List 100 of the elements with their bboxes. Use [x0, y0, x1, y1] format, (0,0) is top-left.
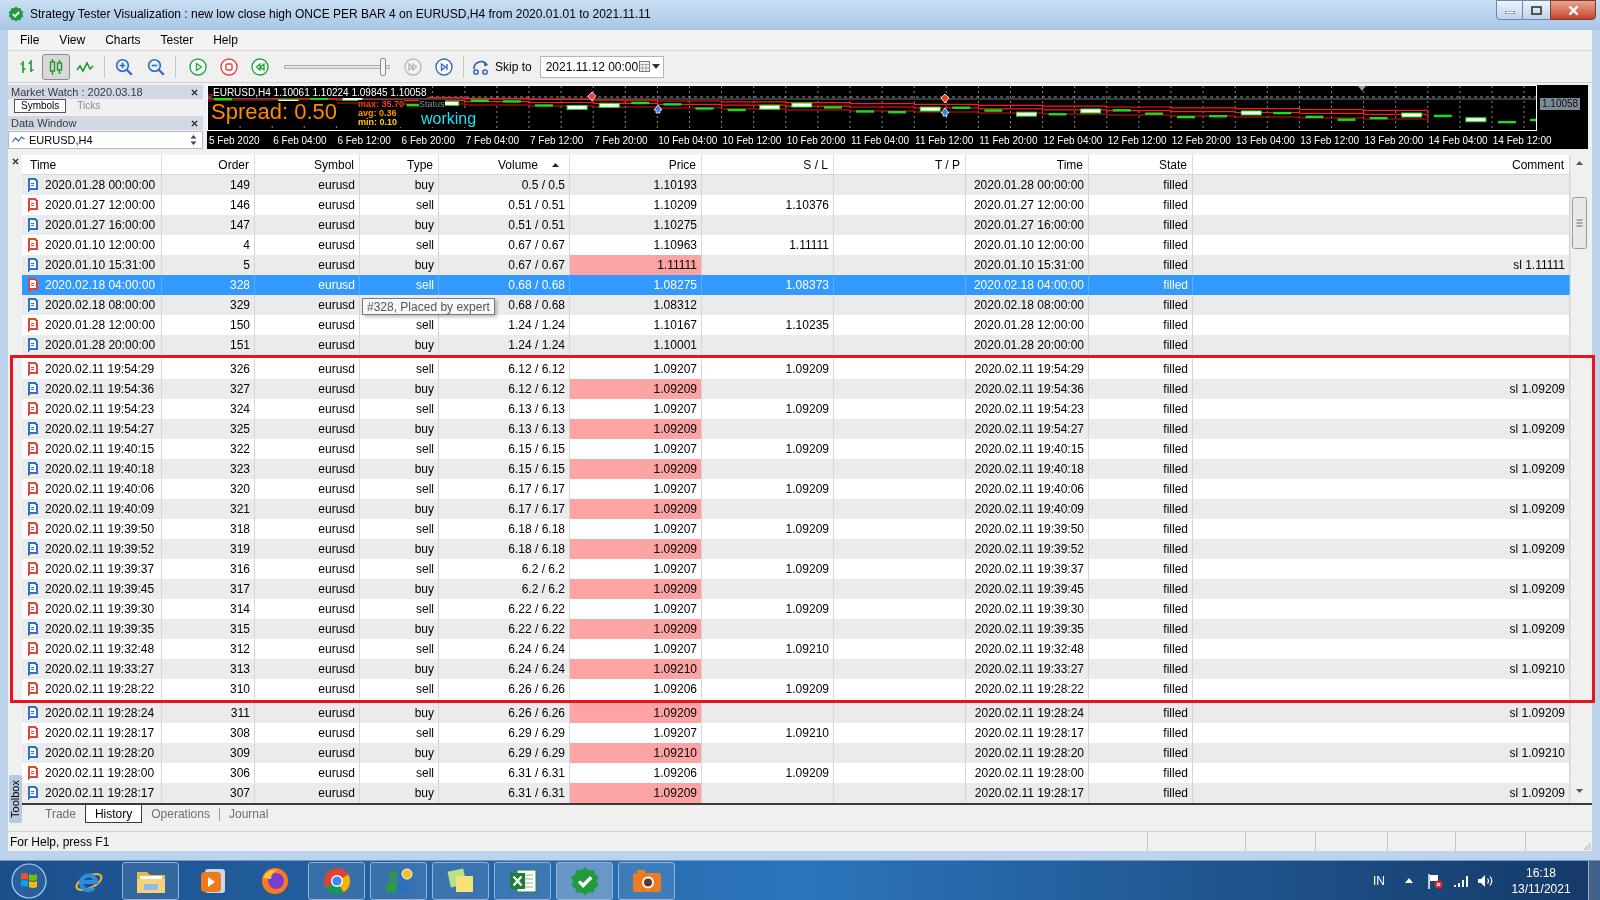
scroll-up-icon[interactable]: [1575, 161, 1583, 165]
order-row[interactable]: 2020.02.11 19:54:27 325 eurusd buy 6.13 / 6.13 1.09209 2020.02.11 19:54:27 filled sl 1.09209: [22, 419, 1570, 439]
bar-chart-icon: [19, 58, 35, 75]
menu-item[interactable]: File: [10, 31, 50, 49]
spinner-icon[interactable]: [190, 134, 197, 146]
order-row[interactable]: 2020.02.11 19:28:20 309 eurusd buy 6.29 / 6.29 1.09210 2020.02.11 19:28:20 filled sl 1.09210: [22, 743, 1570, 763]
table-cell-text: 2020.02.11 19:40:15: [45, 441, 155, 458]
order-row[interactable]: 2020.01.10 15:31:00 5 eurusd buy 0.67 / 0.67 1.11111 2020.01.10 15:31:00 filled sl 1.11111: [22, 255, 1570, 275]
time-axis-label: 13 Feb 04:00: [1236, 135, 1295, 146]
play-icon[interactable]: [189, 57, 207, 76]
symbol-field[interactable]: EURUSD,H4: [8, 131, 203, 149]
zoom-in-icon[interactable]: [115, 57, 133, 76]
table-cell-text: 2020.02.11 19:54:23: [45, 401, 155, 418]
scroll-down-icon[interactable]: [1575, 789, 1583, 793]
table-cell-text: 2020.02.11 19:28:20: [45, 745, 155, 762]
calendar-icon: [638, 61, 650, 72]
skip-to-button[interactable]: Skip to: [469, 53, 534, 80]
column-header[interactable]: T / P: [834, 155, 966, 174]
close-button[interactable]: [1550, 0, 1596, 20]
panel-tab[interactable]: Trade: [36, 805, 85, 823]
table-cell-text: 2020.01.28 20:00:00: [45, 337, 156, 354]
menu-item[interactable]: Charts: [95, 31, 151, 49]
table-cell: eurusd: [255, 783, 360, 803]
panel-tab[interactable]: Operations: [142, 805, 219, 823]
show-desktop-button[interactable]: [1588, 861, 1600, 900]
scrollbar-thumb[interactable]: [1571, 197, 1587, 249]
close-icon[interactable]: [11, 158, 19, 165]
time-axis-label: 11 Feb 12:00: [915, 135, 974, 146]
column-header[interactable]: Order: [162, 155, 255, 174]
column-header[interactable]: State: [1089, 155, 1193, 174]
taskbar-button[interactable]: [308, 861, 365, 900]
menu-item[interactable]: Help: [203, 31, 248, 49]
time-axis-label: 11 Feb 04:00: [850, 135, 910, 146]
table-cell: 1.10001: [570, 335, 702, 355]
column-header[interactable]: Price: [570, 155, 702, 174]
time-axis-label: 10 Feb 12:00: [722, 135, 782, 146]
table-cell-text: 2020.02.11 19:32:48: [45, 641, 155, 658]
column-header[interactable]: Symbol: [255, 155, 360, 174]
resize-grip-icon[interactable]: [1583, 842, 1592, 851]
taskbar-button[interactable]: [122, 861, 179, 900]
table-cell: 1.09209: [570, 783, 702, 803]
order-row[interactable]: 2020.02.11 19:28:24 311 eurusd buy 6.26 / 6.26 1.09209 2020.02.11 19:28:24 filled sl 1.09209: [22, 703, 1570, 723]
panel-tab[interactable]: Journal: [219, 805, 278, 823]
chart-mode-button[interactable]: [42, 53, 70, 80]
panel-title: Market Watch : 2020.03.18: [11, 86, 143, 98]
time-axis-label: 6 Feb 04:00: [273, 135, 327, 146]
skip-to-end-icon[interactable]: [435, 57, 453, 76]
column-header[interactable]: Time: [22, 155, 162, 174]
taskbar-button[interactable]: [556, 861, 613, 900]
column-header[interactable]: Time: [966, 155, 1089, 174]
time-axis-label: 7 Feb 04:00: [465, 135, 520, 146]
panel-tab[interactable]: History: [84, 805, 143, 823]
taskbar-button[interactable]: [370, 861, 427, 900]
speaker-icon[interactable]: [1477, 873, 1494, 888]
order-row[interactable]: 2020.02.11 19:39:35 315 eurusd buy 6.22 / 6.22 1.09209 2020.02.11 19:39:35 filled sl 1.09209: [22, 619, 1570, 639]
menu-item[interactable]: Tester: [150, 31, 204, 49]
order-row[interactable]: 2020.02.11 19:39:52 319 eurusd buy 6.18 / 6.18 1.09209 2020.02.11 19:39:52 filled sl 1.09209: [22, 539, 1570, 559]
panel-tab[interactable]: Symbols: [14, 99, 67, 113]
signal-bars-icon[interactable]: [1453, 874, 1469, 887]
order-row[interactable]: 2020.01.27 16:00:00 147 eurusd buy 0.51 / 0.51 1.10275 2020.01.27 16:00:00 filled: [22, 215, 1570, 235]
window-title: Strategy Tester Visualization : new low close high ONCE PER BAR 4 on EURUSD,H4 from 2020.01.01 to 2021.11.11: [30, 6, 651, 23]
table-cell-text: 2020.02.11 19:40:06: [45, 481, 155, 498]
taskbar-button[interactable]: [494, 861, 551, 900]
table-cell-text: 2020.02.18 08:00:00: [45, 297, 156, 314]
column-header[interactable]: Type: [360, 155, 439, 174]
order-row[interactable]: 2020.02.11 19:54:36 327 eurusd buy 6.12 / 6.12 1.09209 2020.02.11 19:54:36 filled sl 1.09209: [22, 379, 1570, 399]
stop-icon[interactable]: [220, 57, 238, 76]
order-row[interactable]: 2020.02.11 19:40:18 323 eurusd buy 6.15 / 6.15 1.09209 2020.02.11 19:40:18 filled sl 1.09209: [22, 459, 1570, 479]
table-cell-text: 2020.01.28 00:00:00: [45, 177, 156, 194]
status-text: For Help, press F1: [9, 833, 111, 851]
minimize-button[interactable]: [1496, 0, 1523, 20]
order-row[interactable]: 2020.02.11 19:39:45 317 eurusd buy 6.2 / 6.2 1.09209 2020.02.11 19:39:45 filled sl 1.09209: [22, 579, 1570, 599]
order-row[interactable]: 2020.02.11 19:33:27 313 eurusd buy 6.24 / 6.24 1.09210 2020.02.11 19:33:27 filled sl 1.09210: [22, 659, 1570, 679]
caret-up-icon[interactable]: [1405, 878, 1413, 883]
zoom-out-icon[interactable]: [147, 57, 165, 76]
rewind-icon[interactable]: [251, 57, 269, 76]
table-cell: 2020.01.28 20:00:00: [966, 335, 1089, 355]
clock-button[interactable]: 16:18 13/11/2021: [1508, 864, 1574, 897]
taskbar-button[interactable]: [432, 861, 489, 900]
close-icon[interactable]: [191, 119, 198, 127]
taskbar-button[interactable]: [618, 861, 675, 900]
time-axis-label: 5 Feb 2020: [209, 135, 260, 146]
date-field[interactable]: 2021.11.12 00:00: [539, 55, 664, 78]
order-row[interactable]: 2020.01.28 00:00:00 149 eurusd buy 0.5 / 0.5 1.10193 2020.01.28 00:00:00 filled: [22, 175, 1570, 195]
order-row[interactable]: 2020.02.11 19:28:17 307 eurusd buy 6.31 / 6.31 1.09209 2020.02.11 19:28:17 filled sl 1.09209: [22, 783, 1570, 803]
table-cell: 1.09210: [570, 659, 702, 679]
time-axis-label: 7 Feb 12:00: [529, 135, 584, 146]
caret-down-icon[interactable]: [651, 64, 660, 69]
maximize-button[interactable]: [1523, 0, 1550, 20]
table-cell-text: 2020.02.11 19:28:17: [45, 785, 155, 802]
column-header[interactable]: S / L: [702, 155, 834, 174]
start-orb-icon[interactable]: [11, 862, 47, 899]
column-header[interactable]: Volume: [439, 155, 570, 174]
close-icon[interactable]: [191, 88, 198, 96]
order-row[interactable]: 2020.01.28 20:00:00 151 eurusd buy 1.24 / 1.24 1.10001 2020.01.28 20:00:00 filled: [22, 335, 1570, 355]
menu-item[interactable]: View: [49, 31, 96, 49]
order-row[interactable]: 2020.02.11 19:40:09 321 eurusd buy 6.17 / 6.17 1.09209 2020.02.11 19:40:09 filled sl 1.09209: [22, 499, 1570, 519]
flag-alert-icon[interactable]: [1427, 872, 1443, 889]
language-indicator[interactable]: IN: [1373, 871, 1385, 890]
slider-thumb[interactable]: [380, 57, 387, 76]
